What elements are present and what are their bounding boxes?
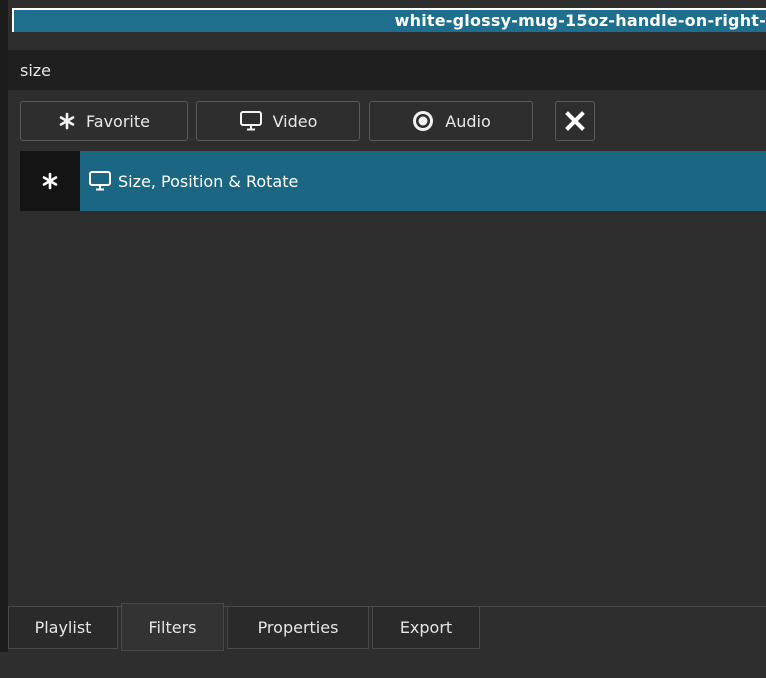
filters-panel: white-glossy-mug-15oz-handle-on-right- F… [0,0,766,678]
filter-item-label-cell[interactable]: Size, Position & Rotate [80,151,766,211]
tab-export[interactable]: Export [372,607,480,649]
video-button-label: Video [272,111,318,131]
clear-search-button[interactable] [555,101,595,141]
audio-filter-button[interactable]: Audio [369,101,533,141]
filter-list-item[interactable]: Size, Position & Rotate [20,151,766,211]
filter-search-input[interactable] [8,50,766,90]
speaker-icon [411,109,435,133]
asterisk-icon [41,172,59,190]
tab-label: Filters [148,617,197,637]
video-filter-button[interactable]: Video [196,101,360,141]
favorite-button-label: Favorite [86,111,150,131]
close-icon [564,110,586,132]
filter-item-label: Size, Position & Rotate [118,171,299,191]
tab-filters[interactable]: Filters [121,603,224,651]
current-clip-title-bar: white-glossy-mug-15oz-handle-on-right- [12,8,766,32]
tab-label: Properties [257,618,339,637]
favorite-toggle[interactable] [20,151,80,211]
clip-title: white-glossy-mug-15oz-handle-on-right- [394,11,766,30]
favorite-filter-button[interactable]: Favorite [20,101,188,141]
asterisk-icon [58,112,76,130]
monitor-icon [88,170,112,192]
tab-playlist[interactable]: Playlist [8,607,118,649]
tab-label: Export [399,618,453,637]
tab-label: Playlist [34,618,92,637]
monitor-icon [239,110,263,132]
panel-edge [0,0,8,678]
lower-panel [0,652,766,678]
tab-properties[interactable]: Properties [227,607,369,649]
audio-button-label: Audio [445,111,491,131]
